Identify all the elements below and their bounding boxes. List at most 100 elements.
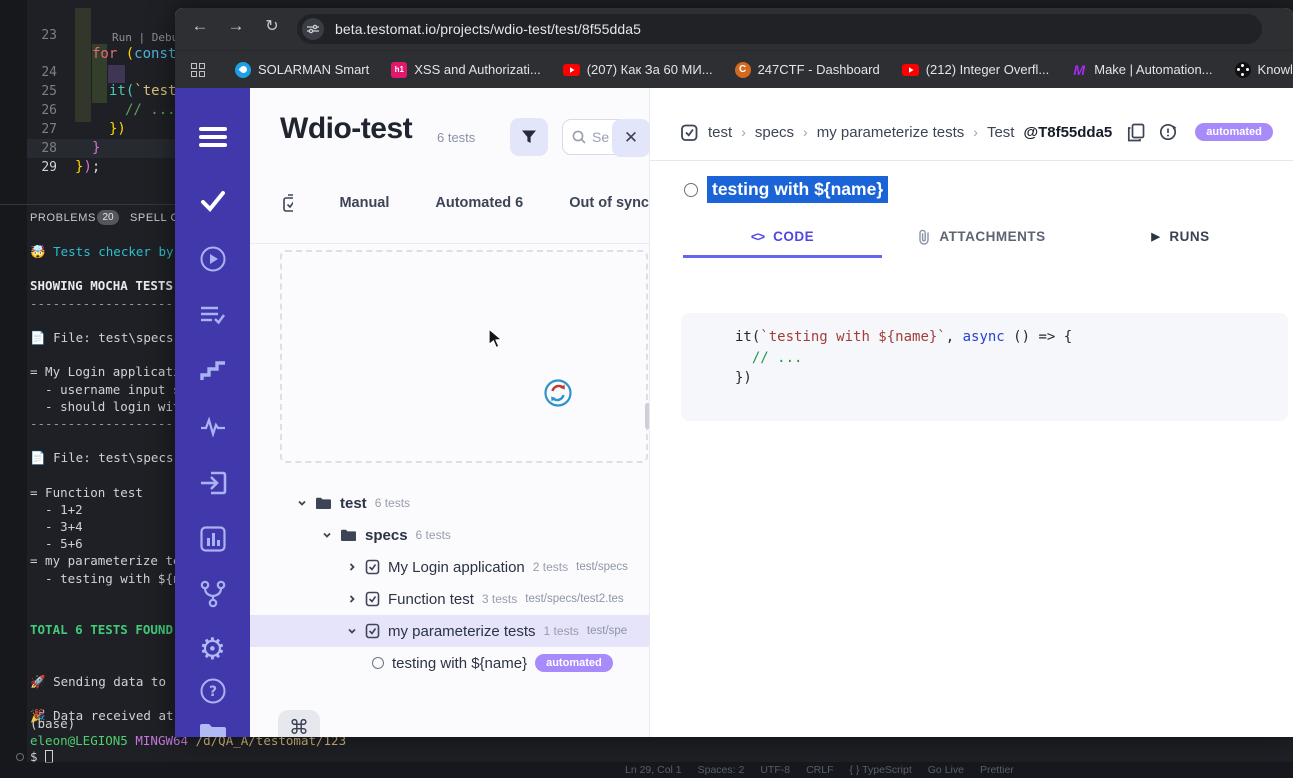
dropzone[interactable] (280, 250, 648, 463)
svg-text:?: ? (208, 684, 216, 700)
analytics-chart-icon[interactable] (175, 524, 250, 554)
bookmark-solarman[interactable]: SOLARMAN Smart (235, 61, 369, 78)
runs-play-icon[interactable] (175, 244, 250, 274)
browser-toolbar: ← → ↻ beta.testomat.io/projects/wdio-tes… (175, 8, 1293, 50)
tab-spell-checker[interactable]: SPELL C (130, 212, 179, 224)
branch-icon[interactable] (175, 579, 250, 609)
status-encoding[interactable]: UTF-8 (760, 764, 790, 776)
tab-code[interactable]: <> CODE (683, 218, 882, 258)
folder-icon[interactable] (175, 718, 250, 737)
sync-status-icon[interactable] (1158, 122, 1178, 142)
loading-spinner (543, 378, 573, 408)
address-bar[interactable]: beta.testomat.io/projects/wdio-test/test… (297, 14, 1262, 44)
bookmarks-bar: SOLARMAN Smart h1 XSS and Authorizati...… (175, 50, 1293, 88)
pulse-activity-icon[interactable] (175, 412, 250, 442)
terminal-user: eleon@LEGION5 (30, 732, 128, 748)
tree-suite-my-login[interactable]: My Login application 2 tests test/specs (250, 551, 649, 583)
folder-icon (316, 497, 331, 509)
select-all-icon[interactable] (283, 194, 294, 212)
automated-badge: automated (1195, 123, 1273, 141)
status-line-col[interactable]: Ln 29, Col 1 (625, 764, 682, 776)
chevron-right-icon[interactable] (347, 562, 357, 572)
test-id[interactable]: @T8f55dda5 (1023, 124, 1112, 141)
breadcrumb-test[interactable]: test (708, 124, 732, 141)
close-search-button[interactable]: ✕ (612, 119, 649, 157)
menu-hamburger-icon[interactable] (175, 122, 250, 152)
codelens-run-debug[interactable]: Run | Debug (112, 31, 185, 44)
tab-attachments[interactable]: ATTACHMENTS (882, 218, 1081, 258)
plans-list-icon[interactable] (175, 300, 250, 330)
import-icon[interactable] (175, 468, 250, 498)
youtube-icon (562, 63, 580, 76)
detail-tabs: <> CODE ATTACHMENTS ▶ RUNS (683, 218, 1280, 258)
247ctf-icon: C (734, 61, 751, 78)
chevron-down-icon[interactable] (297, 498, 307, 508)
bookmark-xss[interactable]: h1 XSS and Authorizati... (391, 61, 541, 78)
status-prettier[interactable]: Prettier (980, 764, 1014, 776)
breadcrumb-suite[interactable]: my parameterize tests (817, 124, 965, 141)
status-spaces[interactable]: Spaces: 2 (698, 764, 745, 776)
vscode-status-bar[interactable]: Ln 29, Col 1 Spaces: 2 UTF-8 CRLF { } Ty… (0, 762, 1293, 778)
test-code-block: it(`testing with ${name}`, async () => {… (681, 313, 1288, 421)
problems-count-badge: 20 (97, 210, 119, 225)
status-language[interactable]: { } TypeScript (850, 764, 912, 776)
test-status-circle (372, 657, 384, 669)
funnel-icon (522, 130, 536, 143)
make-icon: M (1073, 61, 1086, 78)
tree-folder-test[interactable]: test 6 tests (250, 487, 649, 519)
breadcrumb-doc-check-icon (681, 124, 698, 141)
browser-window: ← → ↻ beta.testomat.io/projects/wdio-tes… (175, 8, 1293, 737)
help-icon[interactable]: ? (175, 676, 250, 706)
paperclip-icon (919, 229, 930, 245)
bookmark-make[interactable]: M Make | Automation... (1071, 62, 1212, 78)
divider (650, 160, 1293, 161)
command-palette-button[interactable]: ⌘ (278, 710, 320, 737)
milestones-steps-icon[interactable] (175, 356, 250, 386)
apps-grid-icon[interactable] (191, 62, 205, 77)
solarman-icon (235, 61, 251, 78)
forward-icon[interactable]: → (223, 16, 249, 36)
test-status-circle (684, 182, 698, 197)
suite-doc-icon (365, 559, 380, 575)
bookmark-youtube-207[interactable]: (207) Как За 60 МИ... (562, 62, 713, 77)
url-text[interactable]: beta.testomat.io/projects/wdio-test/test… (335, 21, 641, 37)
reload-icon[interactable]: ↻ (259, 16, 285, 36)
code-snippet[interactable]: it(`testing with ${name}`, async () => {… (681, 313, 1288, 389)
chevron-down-icon[interactable] (347, 626, 357, 636)
tests-panel: Wdio-test 6 tests ✕ Manual Automated 6 O… (250, 88, 650, 737)
status-go-live[interactable]: Go Live (928, 764, 964, 776)
tree-test-item[interactable]: testing with ${name} automated (250, 647, 649, 679)
youtube-icon (901, 63, 919, 76)
tree-suite-my-parameterize-tests[interactable]: my parameterize tests 1 tests test/spe (250, 615, 649, 647)
settings-gear-icon[interactable]: ⚙ (175, 635, 250, 665)
test-title-row: testing with ${name} (684, 176, 889, 203)
test-title[interactable]: testing with ${name} (707, 176, 889, 203)
tune-icon[interactable] (302, 18, 324, 40)
tab-automated[interactable]: Automated 6 (435, 195, 523, 211)
tests-check-icon[interactable] (175, 186, 250, 216)
screen: 23 for (const Run | Debug 24 it(`test 25… (0, 0, 1293, 778)
tree-suite-function-test[interactable]: Function test 3 tests test/specs/test2.t… (250, 583, 649, 615)
play-icon: ▶ (1151, 231, 1161, 243)
tab-out-of-sync[interactable]: Out of sync (569, 195, 649, 211)
filter-button[interactable] (510, 118, 548, 156)
chevron-down-icon[interactable] (322, 530, 332, 540)
tab-problems[interactable]: PROBLEMS (30, 212, 96, 224)
filter-tabs: Manual Automated 6 Out of sync (250, 188, 649, 218)
breadcrumb-test-label: Test (986, 123, 1015, 141)
tabs-divider (250, 243, 649, 244)
tab-manual[interactable]: Manual (339, 195, 389, 211)
page-content: ⚙ ? Wdio-test 6 tests Se ✕ Manual Automa… (175, 88, 1293, 737)
bookmark-knowledge[interactable]: Knowledge assistan... (1234, 61, 1293, 78)
back-icon[interactable]: ← (187, 16, 213, 36)
breadcrumb-specs[interactable]: specs (755, 124, 794, 141)
bookmark-youtube-212[interactable]: (212) Integer Overfl... (901, 62, 1049, 77)
status-eol[interactable]: CRLF (806, 764, 833, 776)
tab-runs[interactable]: ▶ RUNS (1081, 218, 1280, 258)
line-number: 23 (41, 28, 57, 43)
copy-icon[interactable] (1127, 123, 1145, 142)
tree-folder-specs[interactable]: specs 6 tests (250, 519, 649, 551)
chevron-right-icon[interactable] (347, 594, 357, 604)
folder-icon (341, 529, 356, 541)
bookmark-247ctf[interactable]: C 247CTF - Dashboard (734, 61, 880, 78)
